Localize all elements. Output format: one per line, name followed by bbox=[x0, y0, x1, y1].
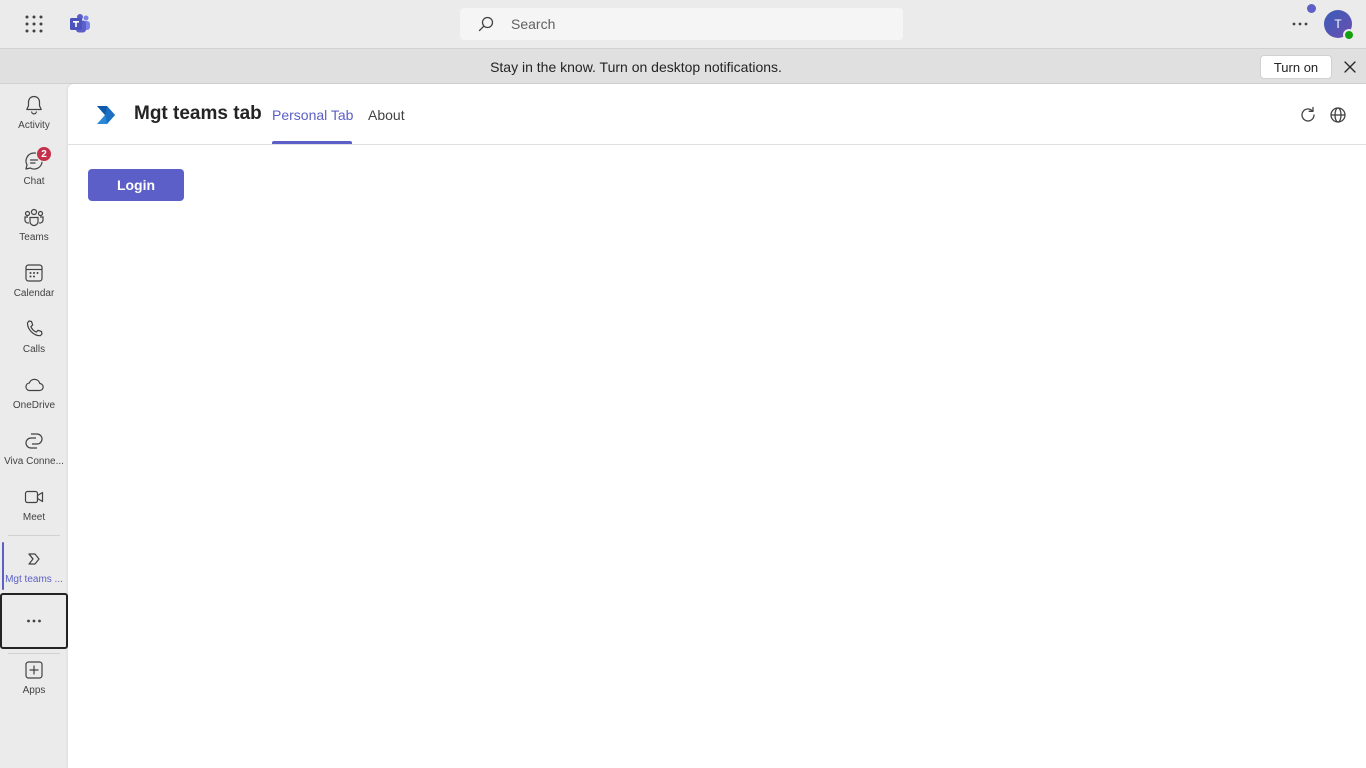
mgt-app-logo-icon bbox=[97, 106, 115, 124]
add-app-icon bbox=[25, 661, 43, 679]
avatar[interactable]: T bbox=[1324, 10, 1355, 41]
rail-item-teams[interactable]: Teams bbox=[0, 198, 68, 254]
rail-label: Apps bbox=[22, 685, 46, 696]
refresh-icon[interactable] bbox=[1298, 105, 1318, 125]
rail-label: Teams bbox=[19, 232, 49, 243]
rail-label: Chat bbox=[23, 176, 45, 187]
rail-label: Mgt teams ... bbox=[5, 574, 63, 585]
rail-item-onedrive[interactable]: OneDrive bbox=[0, 366, 68, 422]
presence-available-icon bbox=[1343, 29, 1355, 41]
rail-item-chat[interactable]: 2 Chat bbox=[0, 142, 68, 198]
rail-label: Calendar bbox=[13, 288, 55, 299]
app-header: Mgt teams tab Personal Tab About bbox=[68, 84, 1366, 145]
search-icon bbox=[478, 16, 494, 32]
search-box[interactable]: Search bbox=[460, 8, 903, 40]
rail-item-viva-connections[interactable]: Viva Conne... bbox=[0, 422, 68, 478]
app-title: Mgt teams tab bbox=[134, 103, 262, 124]
phone-icon bbox=[26, 320, 43, 337]
rail-label: OneDrive bbox=[12, 400, 56, 411]
rail-label: Meet bbox=[22, 512, 46, 523]
notification-dot bbox=[1307, 4, 1316, 13]
more-icon bbox=[27, 619, 41, 623]
rail-item-calls[interactable]: Calls bbox=[0, 310, 68, 366]
tab-about[interactable]: About bbox=[368, 106, 405, 124]
cloud-icon bbox=[25, 378, 44, 392]
rail-label: Viva Conne... bbox=[4, 456, 64, 467]
turn-on-button[interactable]: Turn on bbox=[1260, 55, 1332, 79]
close-icon[interactable] bbox=[1342, 59, 1358, 75]
rail-item-calendar[interactable]: Calendar bbox=[0, 254, 68, 310]
tab-personal-tab[interactable]: Personal Tab bbox=[272, 106, 353, 124]
globe-icon[interactable] bbox=[1328, 105, 1348, 125]
rail-item-apps[interactable]: Apps bbox=[0, 651, 68, 707]
teams-icon bbox=[24, 208, 44, 227]
viva-icon bbox=[25, 433, 43, 449]
bell-icon bbox=[26, 95, 42, 115]
rail-label: Activity bbox=[18, 120, 50, 131]
banner-message: Stay in the know. Turn on desktop notifi… bbox=[490, 59, 782, 75]
search-placeholder: Search bbox=[511, 16, 556, 32]
active-tab-indicator bbox=[272, 141, 352, 144]
video-icon bbox=[24, 490, 44, 504]
chat-unread-badge: 2 bbox=[36, 146, 52, 162]
avatar-initial: T bbox=[1334, 17, 1342, 31]
teams-logo-icon bbox=[70, 14, 90, 33]
more-apps-button[interactable] bbox=[0, 593, 68, 649]
app-bar: Activity 2 Chat Teams Calendar Calls One… bbox=[0, 84, 68, 768]
login-button[interactable]: Login bbox=[88, 169, 184, 201]
main-content: Mgt teams tab Personal Tab About Login bbox=[68, 84, 1366, 768]
rail-item-activity[interactable]: Activity bbox=[0, 86, 68, 142]
app-icon bbox=[28, 553, 40, 565]
notification-banner: Stay in the know. Turn on desktop notifi… bbox=[0, 48, 1366, 84]
rail-item-meet[interactable]: Meet bbox=[0, 478, 68, 534]
rail-divider bbox=[8, 535, 60, 536]
rail-label: Calls bbox=[22, 344, 46, 355]
calendar-icon bbox=[25, 264, 43, 282]
more-options-icon[interactable] bbox=[1288, 12, 1312, 36]
title-bar: Search T bbox=[0, 0, 1366, 48]
rail-item-mgt-teams-tab[interactable]: Mgt teams ... bbox=[0, 540, 68, 596]
app-launcher-icon[interactable] bbox=[22, 12, 46, 36]
